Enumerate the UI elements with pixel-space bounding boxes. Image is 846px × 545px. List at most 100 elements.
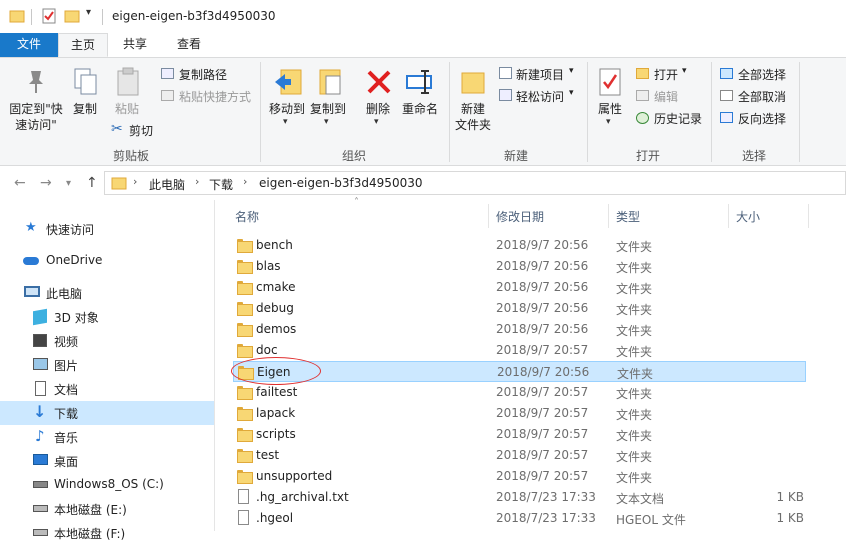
move-to-label: 移动到 — [268, 102, 305, 116]
folder-icon — [237, 428, 253, 442]
forward-arrow-icon[interactable]: → — [40, 175, 52, 191]
file-date: 2018/9/7 20:57 — [496, 343, 589, 357]
title-bar: ▾ eigen-eigen-b3f3d4950030 — [0, 0, 846, 33]
new-folder-quick-icon[interactable] — [64, 8, 80, 24]
nav-item-pictures[interactable]: 图片 — [0, 353, 214, 377]
file-type: 文件夹 — [616, 450, 653, 464]
file-date: 2018/9/7 20:56 — [497, 365, 590, 379]
nav-item-drive-e[interactable]: 本地磁盘 (E:) — [0, 497, 214, 521]
properties-quick-icon[interactable] — [41, 8, 57, 24]
file-name: demos — [256, 322, 297, 336]
table-row[interactable]: test 2018/9/7 20:57 文件夹 — [233, 445, 806, 466]
tab-view[interactable]: 查看 — [166, 33, 212, 57]
pin-label: 固定到"快速访问" — [9, 102, 63, 132]
file-name: doc — [256, 343, 278, 357]
new-group-label: 新建 — [504, 149, 529, 163]
text-file-icon — [238, 489, 249, 504]
nav-item-drive-f[interactable]: 本地磁盘 (F:) — [0, 521, 214, 545]
table-row[interactable]: lapack 2018/9/7 20:57 文件夹 — [233, 403, 806, 424]
copy-icon — [74, 68, 97, 95]
file-name: .hg_archival.txt — [256, 490, 349, 504]
open-label: 打开 — [654, 68, 679, 82]
edit-icon — [636, 90, 649, 101]
copy-path-label: 复制路径 — [179, 68, 228, 82]
breadcrumb-chevron-icon[interactable]: › — [243, 175, 247, 188]
nav-item-label: 快速访问 — [46, 223, 95, 237]
table-row[interactable]: bench 2018/9/7 20:56 文件夹 — [233, 235, 806, 256]
tab-share[interactable]: 共享 — [112, 33, 158, 57]
table-row[interactable]: cmake 2018/9/7 20:56 文件夹 — [233, 277, 806, 298]
open-icon — [636, 68, 649, 79]
divider — [102, 9, 103, 25]
column-header-type[interactable]: 类型 — [616, 208, 640, 225]
table-row[interactable]: .hgeol 2018/7/23 17:33 HGEOL 文件 1 KB — [233, 508, 806, 529]
table-row[interactable]: doc 2018/9/7 20:57 文件夹 — [233, 340, 806, 361]
rename-label: 重命名 — [401, 102, 438, 116]
table-row[interactable]: unsupported 2018/9/7 20:57 文件夹 — [233, 466, 806, 487]
file-type: 文件夹 — [617, 367, 654, 381]
table-row[interactable]: scripts 2018/9/7 20:57 文件夹 — [233, 424, 806, 445]
table-row[interactable]: blas 2018/9/7 20:56 文件夹 — [233, 256, 806, 277]
desktop-icon — [33, 454, 48, 465]
invert-selection-icon — [720, 112, 733, 123]
cut-label: 剪切 — [129, 124, 154, 138]
column-header-date[interactable]: 修改日期 — [496, 208, 544, 225]
nav-item-documents[interactable]: 文档 — [0, 377, 214, 401]
column-divider[interactable] — [488, 204, 489, 228]
breadcrumb-chevron-icon[interactable]: › — [133, 175, 137, 188]
tab-file[interactable]: 文件 — [0, 33, 58, 57]
file-size: 1 KB — [776, 490, 804, 504]
back-arrow-icon[interactable]: ← — [14, 175, 26, 191]
table-row[interactable]: demos 2018/9/7 20:56 文件夹 — [233, 319, 806, 340]
table-row[interactable]: failtest 2018/9/7 20:57 文件夹 — [233, 382, 806, 403]
select-none-icon — [720, 90, 733, 101]
file-type: 文件夹 — [616, 240, 653, 254]
folder-icon — [237, 260, 253, 274]
nav-item-videos[interactable]: 视频 — [0, 329, 214, 353]
file-date: 2018/9/7 20:56 — [496, 238, 589, 252]
nav-item-label: 下载 — [54, 407, 79, 421]
nav-item-this-pc[interactable]: 此电脑 — [0, 281, 214, 305]
nav-item-label: Windows8_OS (C:) — [54, 477, 164, 491]
table-row[interactable]: .hg_archival.txt 2018/7/23 17:33 文本文档 1 … — [233, 487, 806, 508]
breadcrumb-downloads[interactable]: 下载 — [209, 176, 233, 193]
nav-item-drive-c[interactable]: Windows8_OS (C:) — [0, 473, 214, 497]
drive-icon — [33, 529, 48, 536]
nav-item-quick-access[interactable]: ★ 快速访问 — [0, 217, 214, 241]
folder-icon — [237, 239, 253, 253]
paste-shortcut-icon — [161, 90, 174, 101]
new-item-icon — [499, 67, 512, 79]
tab-home[interactable]: 主页 — [58, 33, 108, 57]
film-icon — [33, 334, 47, 347]
customize-toolbar-icon[interactable]: ▾ — [86, 7, 91, 18]
breadcrumb-chevron-icon[interactable]: › — [195, 175, 199, 188]
column-divider[interactable] — [808, 204, 809, 228]
breadcrumb-current-folder[interactable]: eigen-eigen-b3f3d4950030 — [259, 176, 422, 190]
folder-icon — [111, 177, 127, 190]
up-arrow-icon[interactable]: ↑ — [86, 175, 98, 191]
history-icon — [636, 112, 649, 124]
recent-locations-icon[interactable]: ▾ — [66, 178, 71, 189]
column-divider[interactable] — [608, 204, 609, 228]
column-header-name[interactable]: 名称 — [235, 208, 259, 225]
nav-item-music[interactable]: ♪ 音乐 — [0, 425, 214, 449]
paste-label: 粘贴 — [114, 102, 139, 116]
address-bar[interactable]: › 此电脑 › 下载 › eigen-eigen-b3f3d4950030 — [104, 171, 846, 195]
nav-item-label: 视频 — [54, 335, 79, 349]
delete-label: 删除 — [365, 102, 390, 116]
table-row[interactable]: debug 2018/9/7 20:56 文件夹 — [233, 298, 806, 319]
breadcrumb-this-pc[interactable]: 此电脑 — [149, 176, 185, 193]
file-date: 2018/9/7 20:56 — [496, 322, 589, 336]
computer-icon — [24, 286, 40, 297]
nav-item-desktop[interactable]: 桌面 — [0, 449, 214, 473]
folder-icon — [237, 386, 253, 400]
file-date: 2018/7/23 17:33 — [496, 511, 596, 525]
dropdown-arrow-icon: ▾ — [606, 117, 611, 127]
column-divider[interactable] — [728, 204, 729, 228]
column-header-size[interactable]: 大小 — [736, 208, 760, 225]
nav-item-downloads[interactable]: ↓ 下载 — [0, 401, 214, 425]
nav-item-onedrive[interactable]: OneDrive — [0, 249, 214, 273]
nav-item-label: 音乐 — [54, 431, 79, 445]
nav-item-3d-objects[interactable]: 3D 对象 — [0, 305, 214, 329]
file-date: 2018/7/23 17:33 — [496, 490, 596, 504]
